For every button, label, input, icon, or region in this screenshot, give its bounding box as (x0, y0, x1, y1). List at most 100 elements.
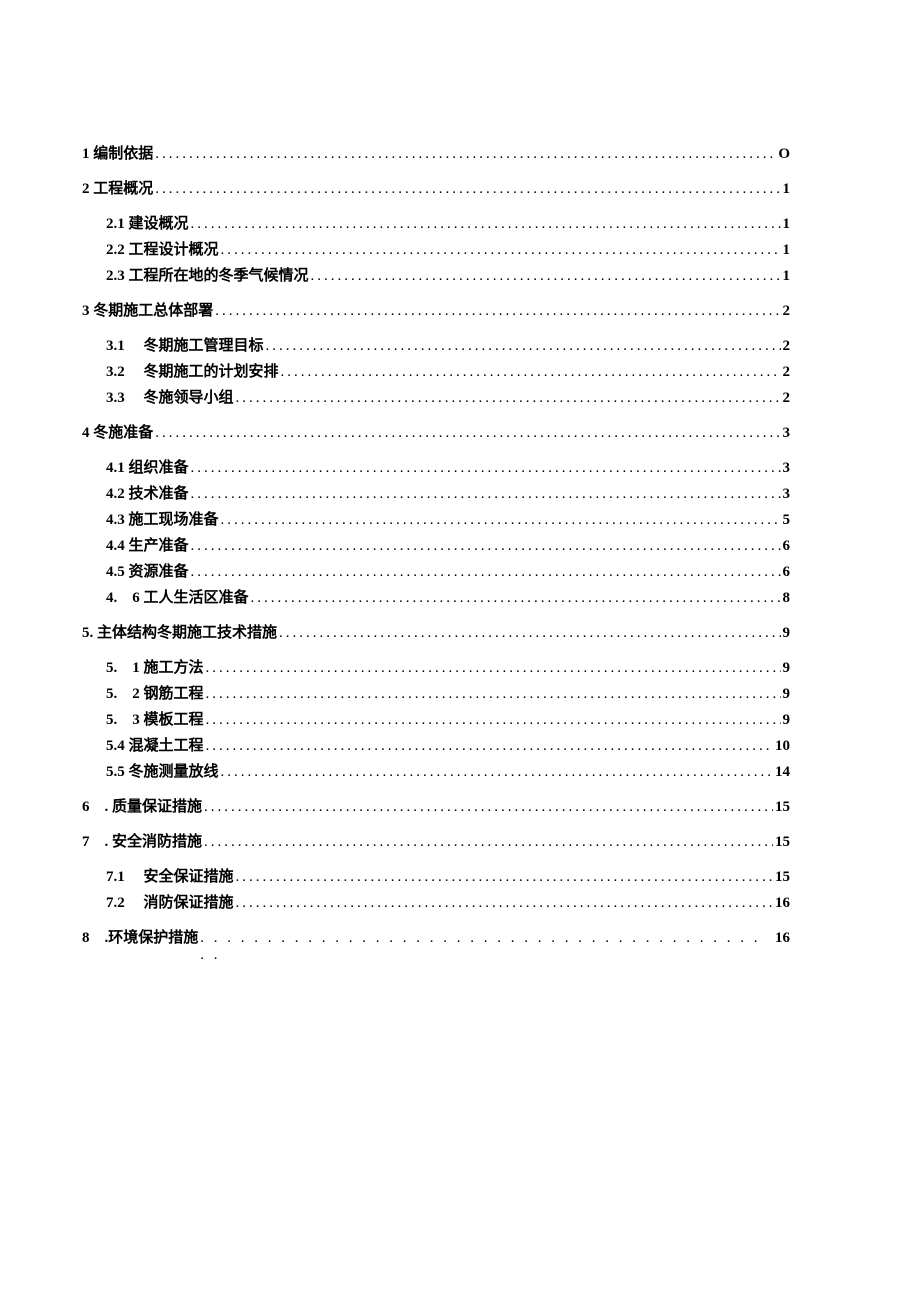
toc-number: 5. 1 (106, 660, 140, 676)
toc-leader-dots (215, 303, 780, 320)
toc-number: 3.3 (106, 390, 125, 406)
toc-leader-dots (236, 895, 773, 912)
toc-entry: 3 冬期施工总体部署 2 (82, 299, 790, 320)
toc-page-number: 16 (775, 895, 790, 912)
toc-entry: 4.2 技术准备 3 (82, 482, 790, 503)
toc-title: 冬施领导小组 (144, 390, 234, 406)
toc-label: 4.2 技术准备 (106, 482, 189, 503)
toc-page-number: 15 (775, 869, 790, 886)
toc-number: 5. 3 (106, 712, 140, 728)
toc-title: 环境保护措施 (108, 930, 198, 946)
toc-title: 生产准备 (129, 538, 189, 554)
toc-label: 5.5 冬施测量放线 (106, 760, 219, 781)
toc-entry: 4.4 生产准备 6 (82, 534, 790, 555)
toc-label: 4.1 组织准备 (106, 456, 189, 477)
toc-title: 冬期施工的计划安排 (144, 364, 279, 380)
toc-label: 4. 6 工人生活区准备 (106, 586, 249, 607)
toc-title: 工程所在地的冬季气候情况 (129, 268, 309, 284)
toc-entry: 3.1 冬期施工管理目标 2 (82, 334, 790, 355)
toc-entry: 4 冬施准备 3 (82, 421, 790, 442)
toc-entry: 2 工程概况 1 (82, 177, 790, 198)
toc-label: 1 编制依据 (82, 142, 153, 163)
toc-title: 主体结构冬期施工技术措施 (97, 625, 277, 641)
toc-label: 5. 1 施工方法 (106, 656, 204, 677)
toc-entry: 7 . 安全消防措施 15 (82, 830, 790, 851)
toc-entry: 5.4 混凝土工程 10 (82, 734, 790, 755)
toc-leader-dots (155, 181, 780, 198)
toc-number: 4. 6 (106, 590, 140, 606)
toc-number: 6 . (82, 799, 108, 815)
toc-leader-dots (204, 799, 773, 816)
toc-leader-dots (206, 712, 781, 729)
toc-number: 2.3 (106, 268, 125, 284)
toc-entry: 5. 3 模板工程 9 (82, 708, 790, 729)
toc-title: 冬施测量放线 (129, 764, 219, 780)
toc-number: 4 (82, 425, 90, 441)
toc-entry: 5. 1 施工方法 9 (82, 656, 790, 677)
toc-label: 5. 3 模板工程 (106, 708, 204, 729)
toc-label: 2.1 建设概况 (106, 212, 189, 233)
toc-entry: 8 .环境保护措施. . . . . . . . . . . . . . . .… (82, 926, 790, 964)
table-of-contents: 1 编制依据 O2 工程概况 12.1 建设概况 12.2 工程设计概况 12.… (82, 142, 790, 964)
toc-page-number: 1 (783, 181, 791, 198)
toc-title: 施工现场准备 (129, 512, 219, 528)
toc-leader-dots (266, 338, 781, 355)
toc-page-number: 1 (783, 268, 791, 285)
toc-page-number: 15 (775, 799, 790, 816)
toc-page-number: 2 (783, 364, 791, 381)
toc-leader-dots (191, 216, 781, 233)
toc-label: 3.1 冬期施工管理目标 (106, 334, 264, 355)
toc-number: 3.2 (106, 364, 125, 380)
toc-entry: 3.3 冬施领导小组 2 (82, 386, 790, 407)
toc-label: 2.2 工程设计概况 (106, 238, 219, 259)
toc-leader-dots (191, 486, 781, 503)
toc-label: 7 . 安全消防措施 (82, 830, 202, 851)
toc-page-number: 9 (783, 660, 791, 677)
toc-entry: 4.3 施工现场准备 5 (82, 508, 790, 529)
toc-leader-dots (155, 146, 776, 163)
toc-label: 8 .环境保护措施 (82, 926, 198, 947)
toc-label: 5. 2 钢筋工程 (106, 682, 204, 703)
toc-number: 1 (82, 146, 90, 162)
toc-page-number: 3 (783, 460, 791, 477)
toc-entry: 6 . 质量保证措施 15 (82, 795, 790, 816)
toc-label: 7.2 消防保证措施 (106, 891, 234, 912)
toc-entry: 4.1 组织准备 3 (82, 456, 790, 477)
toc-number: 2.2 (106, 242, 125, 258)
toc-label: 5. 主体结构冬期施工技术措施 (82, 621, 277, 642)
toc-page-number: 6 (783, 564, 791, 581)
toc-number: 7.1 (106, 869, 125, 885)
toc-number: 8 . (82, 930, 108, 946)
toc-page-number: 15 (775, 834, 790, 851)
toc-page-number: 9 (783, 712, 791, 729)
toc-page-number: 3 (783, 425, 791, 442)
toc-title: 编制依据 (93, 146, 153, 162)
toc-number: 5. (82, 625, 93, 641)
toc-leader-dots (281, 364, 781, 381)
toc-title: 混凝土工程 (129, 738, 204, 754)
toc-page-number: 10 (775, 738, 790, 755)
toc-title: 冬施准备 (93, 425, 153, 441)
toc-label: 3 冬期施工总体部署 (82, 299, 213, 320)
toc-number: 4.2 (106, 486, 125, 502)
toc-entry: 4. 6 工人生活区准备 8 (82, 586, 790, 607)
toc-title: 消防保证措施 (144, 895, 234, 911)
toc-title: 钢筋工程 (144, 686, 204, 702)
toc-title: 冬期施工管理目标 (144, 338, 264, 354)
toc-leader-dots (221, 242, 781, 259)
toc-number: 2 (82, 181, 90, 197)
toc-page-number: 3 (783, 486, 791, 503)
toc-page-number: 5 (783, 512, 791, 529)
toc-leader-dots (191, 564, 781, 581)
toc-leader-dots (311, 268, 781, 285)
toc-page-number: 1 (783, 216, 791, 233)
toc-number: 4.3 (106, 512, 125, 528)
toc-title: 安全保证措施 (144, 869, 234, 885)
toc-label: 2 工程概况 (82, 177, 153, 198)
toc-leader-dots (251, 590, 781, 607)
toc-leader-dots (206, 738, 773, 755)
toc-entry: 4.5 资源准备 6 (82, 560, 790, 581)
toc-leader-dots (279, 625, 780, 642)
toc-leader-dots (236, 869, 773, 886)
toc-page-number: 14 (775, 764, 790, 781)
